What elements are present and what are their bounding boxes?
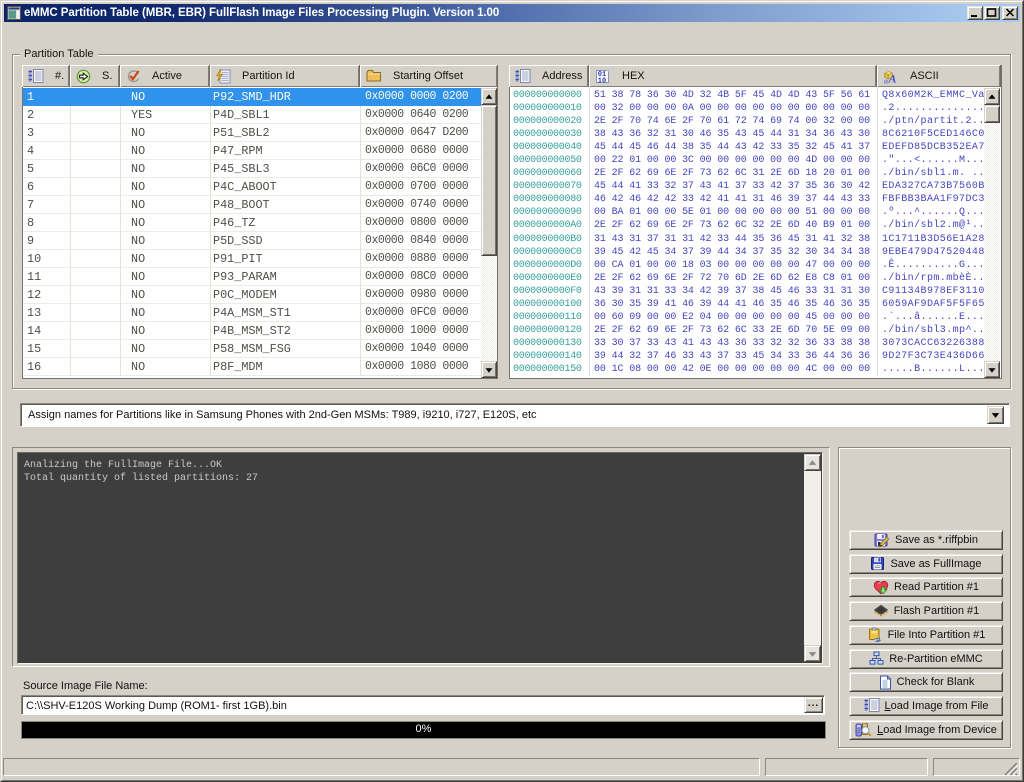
svg-text:A: A [888,71,897,84]
svg-text:10: 10 [598,77,606,84]
svg-text:a: a [884,76,888,84]
